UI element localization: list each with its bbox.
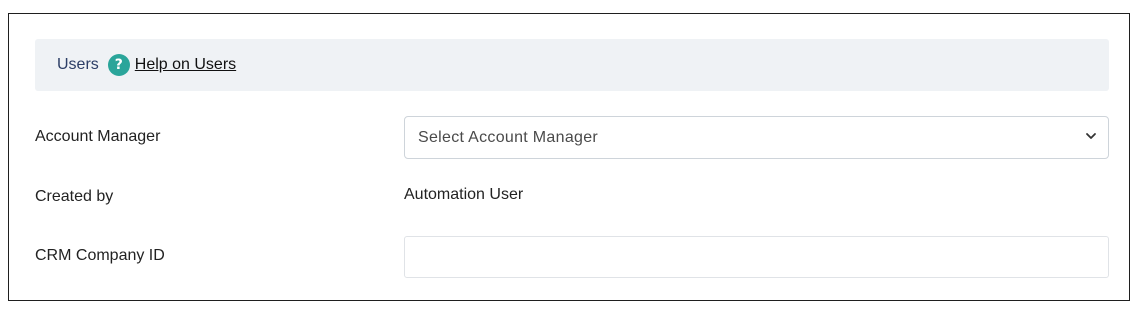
created-by-value: Automation User <box>404 186 524 203</box>
account-manager-label: Account Manager <box>35 128 161 145</box>
account-manager-select[interactable]: Select Account Manager <box>404 116 1109 159</box>
crm-company-id-label: CRM Company ID <box>35 247 165 264</box>
created-by-label: Created by <box>35 188 114 205</box>
help-on-users-link[interactable]: Help on Users <box>135 56 236 74</box>
users-panel: Users ? Help on Users Account Manager Se… <box>8 13 1130 301</box>
crm-company-id-input[interactable] <box>404 236 1109 278</box>
account-manager-select-value: Select Account Manager <box>418 128 599 146</box>
question-circle-icon[interactable]: ? <box>107 54 130 76</box>
section-header: Users ? Help on Users <box>35 39 1109 91</box>
chevron-down-icon <box>1086 133 1096 139</box>
section-title: Users <box>57 56 99 73</box>
